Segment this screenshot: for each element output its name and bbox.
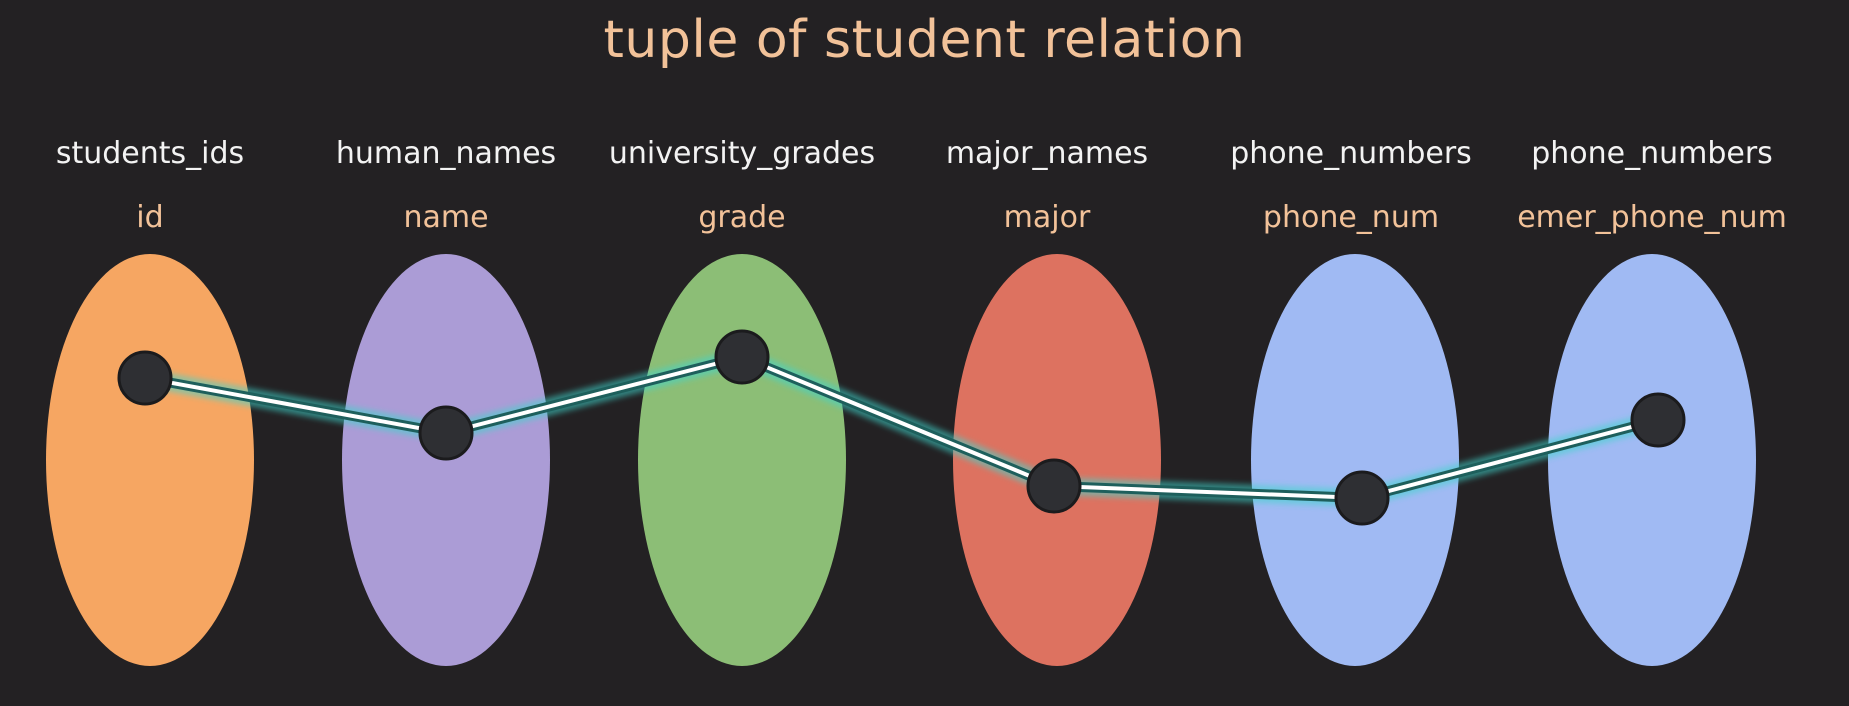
tuple-node-phone-num [1334,470,1390,526]
tuple-node-major [1026,458,1082,514]
tuple-node-id [117,350,173,406]
tuple-node-grade [714,329,770,385]
domain-ellipse-phone-numbers-2 [1548,254,1756,666]
domain-ellipse-phone-numbers-1 [1251,254,1459,666]
tuple-diagram [46,254,1756,666]
domain-ellipse-university-grades [638,254,846,666]
domain-ellipse-students-ids [46,254,254,666]
tuple-node-emer-phone-num [1630,392,1686,448]
tuple-node-name [418,405,474,461]
